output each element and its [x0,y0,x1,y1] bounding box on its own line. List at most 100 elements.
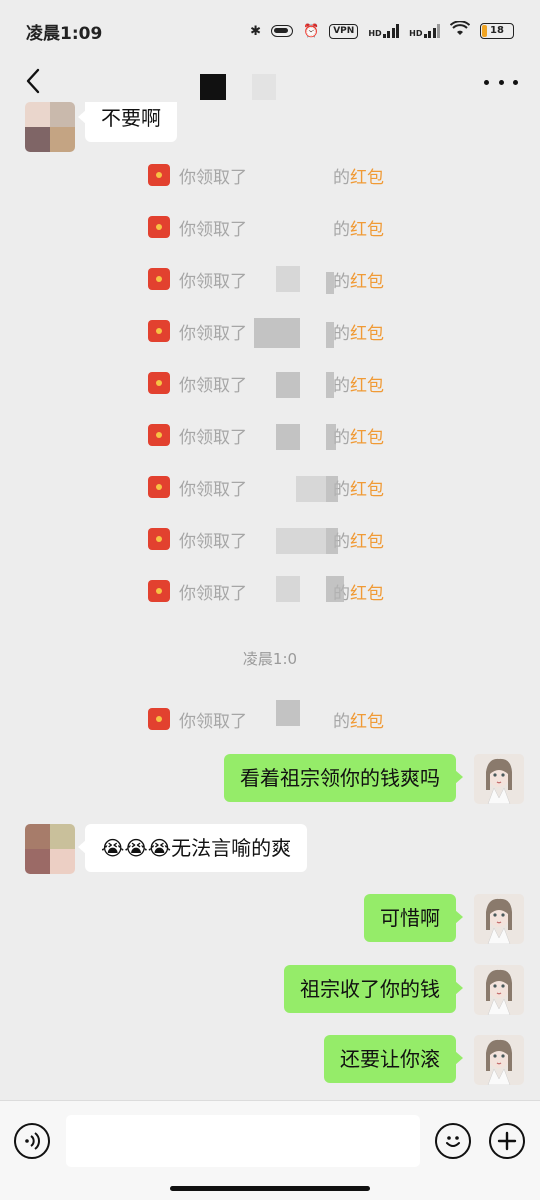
wifi-icon [449,20,471,41]
red-packet-notice: 你领取了 的红包 [148,214,384,240]
notice-text: 你领取了 [179,583,247,604]
redaction [276,576,300,602]
redaction [276,700,300,726]
red-packet-link[interactable]: 红包 [350,423,384,448]
notice-de: 的 [333,323,350,344]
notice-text: 你领取了 [179,479,247,500]
emoji-icon [446,1136,460,1147]
red-packet-notice: 你领取了 的红包 [148,162,384,188]
notice-de: 的 [333,271,350,292]
alarm-icon: ⏰ [303,23,320,39]
red-packet-link[interactable]: 红包 [350,267,384,292]
redaction [276,424,300,450]
red-packet-link[interactable]: 红包 [350,371,384,396]
red-packet-notice: 你领取了 的红包 [148,370,384,396]
battery-icon: 18 [480,23,514,39]
notice-text: 你领取了 [179,427,247,448]
redaction [326,528,338,554]
message-text: 可惜啊 [380,906,440,930]
notice-text: 你领取了 [179,711,247,732]
redaction [276,528,326,554]
status-bar: 凌晨1:09 ✱ ⏰ VPN HD HD 18 [0,0,540,62]
redaction [326,322,334,348]
message-text: 还要让你滚 [340,1047,440,1071]
voice-icon [25,1132,40,1150]
message-incoming[interactable]: 不要啊 [78,102,177,142]
bluetooth-icon: ✱ [250,23,262,39]
notice-de: 的 [333,711,350,732]
red-packet-icon [148,372,170,394]
red-packet-icon [148,528,170,550]
red-packet-link[interactable]: 红包 [350,707,384,732]
message-outgoing[interactable]: 还要让你滚 [324,1035,463,1083]
avatar-illustration [474,754,524,804]
redaction [326,272,334,294]
red-packet-icon [148,164,170,186]
redaction [296,476,326,502]
red-packet-notice: 你领取了的红包 [148,422,384,448]
red-packet-notice: 你领取了 的红包 [148,706,384,732]
contact-avatar[interactable] [25,102,75,152]
red-packet-icon [148,320,170,342]
toggle-icon [271,25,294,37]
redaction [326,372,334,398]
my-avatar[interactable] [474,1035,524,1085]
redaction [276,372,300,398]
message-timestamp: 凌晨1:0 [242,650,298,668]
notice-text: 你领取了 [179,375,247,396]
notice-de: 的 [333,375,350,396]
red-packet-icon [148,268,170,290]
hd-label: HD [368,29,382,38]
notice-text: 你领取了 [179,219,247,240]
red-packet-notice: 你领取了的红包 [148,526,384,552]
red-packet-icon [148,476,170,498]
notice-de: 的 [333,219,350,240]
message-outgoing[interactable]: 看着祖宗领你的钱爽吗 [224,754,463,802]
my-avatar[interactable] [474,754,524,804]
message-outgoing[interactable]: 可惜啊 [364,894,463,942]
emoji-button[interactable] [435,1123,471,1159]
red-packet-icon [148,708,170,730]
red-packet-link[interactable]: 红包 [350,215,384,240]
redaction [254,318,300,348]
red-packet-icon [148,424,170,446]
red-packet-notice: 你领取了的红包 [148,578,384,604]
status-icons: ✱ ⏰ VPN HD HD 18 [250,20,514,41]
home-indicator [170,1186,370,1191]
back-button[interactable] [18,66,48,96]
red-packet-link[interactable]: 红包 [350,579,384,604]
message-input[interactable] [66,1115,420,1167]
red-packet-link[interactable]: 红包 [350,475,384,500]
signal-icon-1: HD [368,24,400,38]
redaction [326,476,338,502]
hd-label: HD [409,29,423,38]
chat-title-redacted [200,74,276,100]
signal-icon-2: HD [409,24,440,38]
message-text: 祖宗收了你的钱 [300,977,440,1001]
avatar-illustration [474,894,524,944]
my-avatar[interactable] [474,965,524,1015]
voice-button[interactable] [14,1123,50,1159]
message-text: 不要啊 [101,106,161,130]
plus-icon [497,1131,517,1151]
red-packet-link[interactable]: 红包 [350,163,384,188]
notice-text: 你领取了 [179,323,247,344]
red-packet-link[interactable]: 红包 [350,527,384,552]
notice-text: 你领取了 [179,167,247,188]
my-avatar[interactable] [474,894,524,944]
message-outgoing[interactable]: 祖宗收了你的钱 [284,965,463,1013]
message-text: 😭😭😭无法言喻的爽 [101,836,292,860]
battery-level: 18 [490,25,504,36]
notice-de: 的 [333,167,350,188]
plus-button[interactable] [489,1123,525,1159]
red-packet-link[interactable]: 红包 [350,319,384,344]
chat-area[interactable]: 不要啊 你领取了的红包 你领取了的红包 你领取了的红包 你领取了的红包 你领取了… [0,102,540,1100]
chevron-left-icon [26,68,40,94]
avatar-illustration [474,965,524,1015]
more-button[interactable] [484,70,518,94]
chat-header [0,62,540,102]
message-incoming[interactable]: 😭😭😭无法言喻的爽 [77,824,308,872]
more-dots-icon [484,79,489,85]
red-packet-notice: 你领取了的红包 [148,474,384,500]
contact-avatar[interactable] [25,824,75,874]
